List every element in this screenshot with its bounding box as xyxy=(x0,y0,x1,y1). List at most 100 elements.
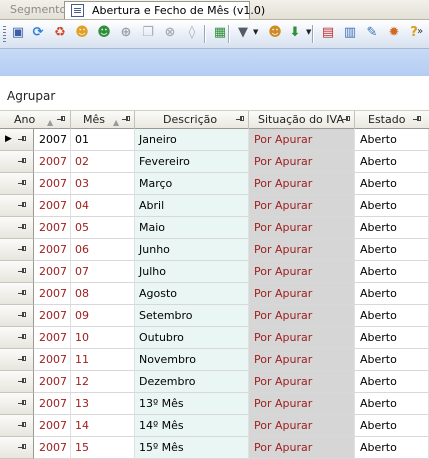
cell-ano[interactable]: 2007 xyxy=(34,283,71,305)
cell-ano[interactable]: 2007 xyxy=(34,195,71,217)
cell-mes[interactable]: 04 xyxy=(71,195,135,217)
copy-button[interactable]: ❐ xyxy=(140,25,156,41)
filter-button[interactable]: ▼ xyxy=(235,25,251,41)
pin-icon[interactable] xyxy=(18,267,28,276)
group-by-area[interactable]: Agrupar xyxy=(0,76,429,110)
cell-estado[interactable]: Aberto xyxy=(355,239,429,261)
pin-icon[interactable] xyxy=(18,399,28,408)
cell-situacao-iva[interactable]: Por Apurar xyxy=(249,305,355,327)
cell-ano[interactable]: 2007 xyxy=(34,415,71,437)
settings-button[interactable]: ✹ xyxy=(386,25,402,41)
cell-situacao-iva[interactable]: Por Apurar xyxy=(249,327,355,349)
table-row[interactable]: 2007 15 15º Mês Por Apurar Aberto xyxy=(0,437,429,459)
user-lock-button[interactable]: ☻ xyxy=(267,25,283,41)
cell-mes[interactable]: 07 xyxy=(71,261,135,283)
cell-descricao[interactable]: 14º Mês xyxy=(135,415,249,437)
cell-situacao-iva[interactable]: Por Apurar xyxy=(249,217,355,239)
cell-descricao[interactable]: 13º Mês xyxy=(135,393,249,415)
table-row[interactable]: 2007 13 13º Mês Por Apurar Aberto xyxy=(0,393,429,415)
cell-descricao[interactable]: Novembro xyxy=(135,349,249,371)
cell-mes[interactable]: 03 xyxy=(71,173,135,195)
import-button[interactable]: ⬇ xyxy=(287,25,303,41)
pin-icon[interactable] xyxy=(18,157,28,166)
cell-descricao[interactable]: Outubro xyxy=(135,327,249,349)
pin-icon[interactable] xyxy=(18,201,28,210)
cell-ano[interactable]: 2007 xyxy=(34,239,71,261)
tab-segmento[interactable]: Segmento xyxy=(2,1,66,19)
row-selector[interactable] xyxy=(0,151,34,173)
group-button[interactable]: ☻ xyxy=(96,25,112,41)
pin-icon[interactable] xyxy=(18,135,28,144)
cell-descricao[interactable]: Setembro xyxy=(135,305,249,327)
table-row[interactable]: 2007 06 Junho Por Apurar Aberto xyxy=(0,239,429,261)
row-selector[interactable] xyxy=(0,283,34,305)
table-row[interactable]: 2007 14 14º Mês Por Apurar Aberto xyxy=(0,415,429,437)
cell-situacao-iva[interactable]: Por Apurar xyxy=(249,173,355,195)
pin-icon[interactable] xyxy=(18,421,28,430)
cell-estado[interactable]: Aberto xyxy=(355,151,429,173)
cell-ano[interactable]: 2007 xyxy=(34,371,71,393)
column-header-descricao[interactable]: Descrição xyxy=(135,111,249,129)
cell-mes[interactable]: 10 xyxy=(71,327,135,349)
row-selector[interactable] xyxy=(0,393,34,415)
table-row[interactable]: ▶ 2007 01 Janeiro Por Apurar Aberto xyxy=(0,129,429,151)
table-row[interactable]: 2007 10 Outubro Por Apurar Aberto xyxy=(0,327,429,349)
cell-descricao[interactable]: Agosto xyxy=(135,283,249,305)
cell-situacao-iva[interactable]: Por Apurar xyxy=(249,283,355,305)
delete-button[interactable]: ⊗ xyxy=(162,25,178,41)
cell-mes[interactable]: 02 xyxy=(71,151,135,173)
cell-mes[interactable]: 08 xyxy=(71,283,135,305)
cell-descricao[interactable]: Abril xyxy=(135,195,249,217)
table-row[interactable]: 2007 03 Março Por Apurar Aberto xyxy=(0,173,429,195)
table-row[interactable]: 2007 09 Setembro Por Apurar Aberto xyxy=(0,305,429,327)
cell-estado[interactable]: Aberto xyxy=(355,173,429,195)
pin-icon[interactable] xyxy=(18,377,28,386)
row-selector[interactable] xyxy=(0,437,34,459)
column-header-estado[interactable]: Estado xyxy=(355,111,429,129)
tab-abertura-fecho-mes[interactable]: Abertura e Fecho de Mês (v1.0) xyxy=(64,1,265,19)
toolbar-overflow-icon[interactable]: » xyxy=(417,26,423,37)
cell-estado[interactable]: Aberto xyxy=(355,261,429,283)
table-row[interactable]: 2007 11 Novembro Por Apurar Aberto xyxy=(0,349,429,371)
table-row[interactable]: 2007 04 Abril Por Apurar Aberto xyxy=(0,195,429,217)
cell-ano[interactable]: 2007 xyxy=(34,305,71,327)
cell-ano[interactable]: 2007 xyxy=(34,393,71,415)
column-header-situacao-iva[interactable]: Situação do IVA xyxy=(249,111,355,129)
cell-mes[interactable]: 06 xyxy=(71,239,135,261)
cell-situacao-iva[interactable]: Por Apurar xyxy=(249,393,355,415)
pin-icon[interactable] xyxy=(18,355,28,364)
cell-situacao-iva[interactable]: Por Apurar xyxy=(249,195,355,217)
cell-ano[interactable]: 2007 xyxy=(34,151,71,173)
row-selector[interactable] xyxy=(0,415,34,437)
export-excel-button[interactable]: ▦ xyxy=(212,25,228,41)
cell-estado[interactable]: Aberto xyxy=(355,283,429,305)
cell-mes[interactable]: 15 xyxy=(71,437,135,459)
row-selector[interactable]: ▶ xyxy=(0,129,34,151)
table-row[interactable]: 2007 05 Maio Por Apurar Aberto xyxy=(0,217,429,239)
cell-ano[interactable]: 2007 xyxy=(34,349,71,371)
cell-descricao[interactable]: Julho xyxy=(135,261,249,283)
pin-icon[interactable] xyxy=(18,223,28,232)
column-header-mes[interactable]: Mês ▲ xyxy=(71,111,135,129)
add-button[interactable]: ⊕ xyxy=(118,25,134,41)
row-selector[interactable] xyxy=(0,217,34,239)
calendar-button[interactable]: ▤ xyxy=(320,25,336,41)
recycle-button[interactable]: ♻ xyxy=(52,25,68,41)
cell-situacao-iva[interactable]: Por Apurar xyxy=(249,261,355,283)
users-button[interactable]: ☻ xyxy=(74,25,90,41)
pin-icon[interactable] xyxy=(18,443,28,452)
cell-mes[interactable]: 13 xyxy=(71,393,135,415)
cell-situacao-iva[interactable]: Por Apurar xyxy=(249,437,355,459)
row-selector[interactable] xyxy=(0,327,34,349)
pin-icon[interactable] xyxy=(122,115,132,124)
row-selector[interactable] xyxy=(0,239,34,261)
cell-estado[interactable]: Aberto xyxy=(355,437,429,459)
table-row[interactable]: 2007 07 Julho Por Apurar Aberto xyxy=(0,261,429,283)
row-selector[interactable] xyxy=(0,173,34,195)
cell-estado[interactable]: Aberto xyxy=(355,415,429,437)
row-selector[interactable] xyxy=(0,195,34,217)
cell-estado[interactable]: Aberto xyxy=(355,393,429,415)
cell-estado[interactable]: Aberto xyxy=(355,349,429,371)
pin-icon[interactable] xyxy=(18,245,28,254)
cell-situacao-iva[interactable]: Por Apurar xyxy=(249,349,355,371)
